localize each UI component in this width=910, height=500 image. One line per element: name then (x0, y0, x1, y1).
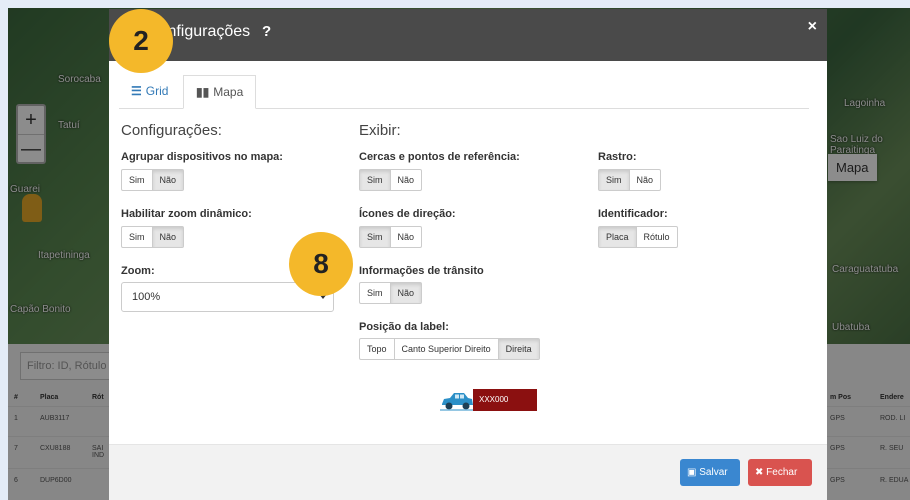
icones-label: Ícones de direção: (359, 208, 456, 220)
transito-toggle: Sim Não (359, 282, 423, 304)
exibir-section-title: Exibir: (359, 122, 401, 139)
posicao-direita-option[interactable]: Direita (498, 339, 539, 359)
posicao-toggle: Topo Canto Superior Direito Direita (359, 338, 540, 360)
zoom-dinamico-nao-option[interactable]: Não (152, 227, 184, 247)
zoom-dinamico-sim-option[interactable]: Sim (122, 227, 153, 247)
transito-nao-option[interactable]: Não (390, 283, 422, 303)
icones-toggle: Sim Não (359, 226, 423, 248)
agrupar-toggle: Sim Não (121, 169, 185, 191)
rastro-toggle: Sim Não (598, 169, 662, 191)
close-icon[interactable]: × (808, 18, 817, 36)
rastro-label: Rastro: (598, 151, 637, 163)
posicao-label: Posição da label: (359, 321, 449, 333)
list-icon: ☰ (131, 84, 142, 98)
save-button[interactable]: ▣ Salvar (680, 459, 740, 486)
transito-label: Informações de trânsito (359, 265, 484, 277)
zoom-dinamico-label: Habilitar zoom dinâmico: (121, 208, 252, 220)
modal-header: Configurações ? × (109, 9, 827, 61)
x-icon: ✖ (755, 467, 764, 478)
step-badge: 8 (289, 232, 353, 296)
agrupar-label: Agrupar dispositivos no mapa: (121, 151, 283, 163)
cercas-toggle: Sim Não (359, 169, 423, 191)
config-section-title: Configurações: (121, 122, 222, 139)
zoom-dinamico-toggle: Sim Não (121, 226, 185, 248)
agrupar-sim-option[interactable]: Sim (122, 170, 153, 190)
settings-modal: Configurações ? × ☰ Grid ▮▮ Mapa Configura… (109, 9, 827, 500)
icones-nao-option[interactable]: Não (391, 227, 422, 247)
identificador-label: Identificador: (598, 208, 668, 220)
cercas-sim-option[interactable]: Sim (360, 170, 391, 190)
step-badge: 2 (109, 9, 173, 73)
map-icon: ▮▮ (196, 85, 210, 99)
zoom-label: Zoom: (121, 265, 155, 277)
close-button-label: Fechar (766, 467, 798, 478)
rastro-sim-option[interactable]: Sim (599, 170, 630, 190)
help-icon[interactable]: ? (262, 23, 271, 40)
tab-label: Grid (145, 84, 169, 98)
rastro-nao-option[interactable]: Não (630, 170, 661, 190)
save-button-label: Salvar (699, 467, 728, 478)
close-button[interactable]: ✖ Fechar (748, 459, 812, 486)
tab-label: Mapa (213, 85, 244, 99)
car-icon (440, 393, 474, 411)
posicao-topo-option[interactable]: Topo (360, 339, 395, 359)
agrupar-nao-option[interactable]: Não (152, 170, 184, 190)
label-preview: XXX000 (473, 389, 537, 411)
modal-footer: ▣ Salvar ✖ Fechar (109, 444, 827, 500)
identificador-rotulo-option[interactable]: Rótulo (637, 227, 677, 247)
identificador-placa-option[interactable]: Placa (599, 227, 637, 247)
transito-sim-option[interactable]: Sim (360, 283, 391, 303)
tab-bar: ☰ Grid ▮▮ Mapa (119, 75, 809, 109)
cercas-label: Cercas e pontos de referência: (359, 151, 520, 163)
icones-sim-option[interactable]: Sim (360, 227, 391, 247)
save-icon: ▣ (687, 467, 697, 478)
identificador-toggle: Placa Rótulo (598, 226, 678, 248)
zoom-select-value: 100% (132, 291, 161, 303)
cercas-nao-option[interactable]: Não (391, 170, 422, 190)
tab-mapa[interactable]: ▮▮ Mapa (183, 75, 257, 109)
posicao-canto-option[interactable]: Canto Superior Direito (395, 339, 499, 359)
tab-grid[interactable]: ☰ Grid (119, 75, 180, 109)
